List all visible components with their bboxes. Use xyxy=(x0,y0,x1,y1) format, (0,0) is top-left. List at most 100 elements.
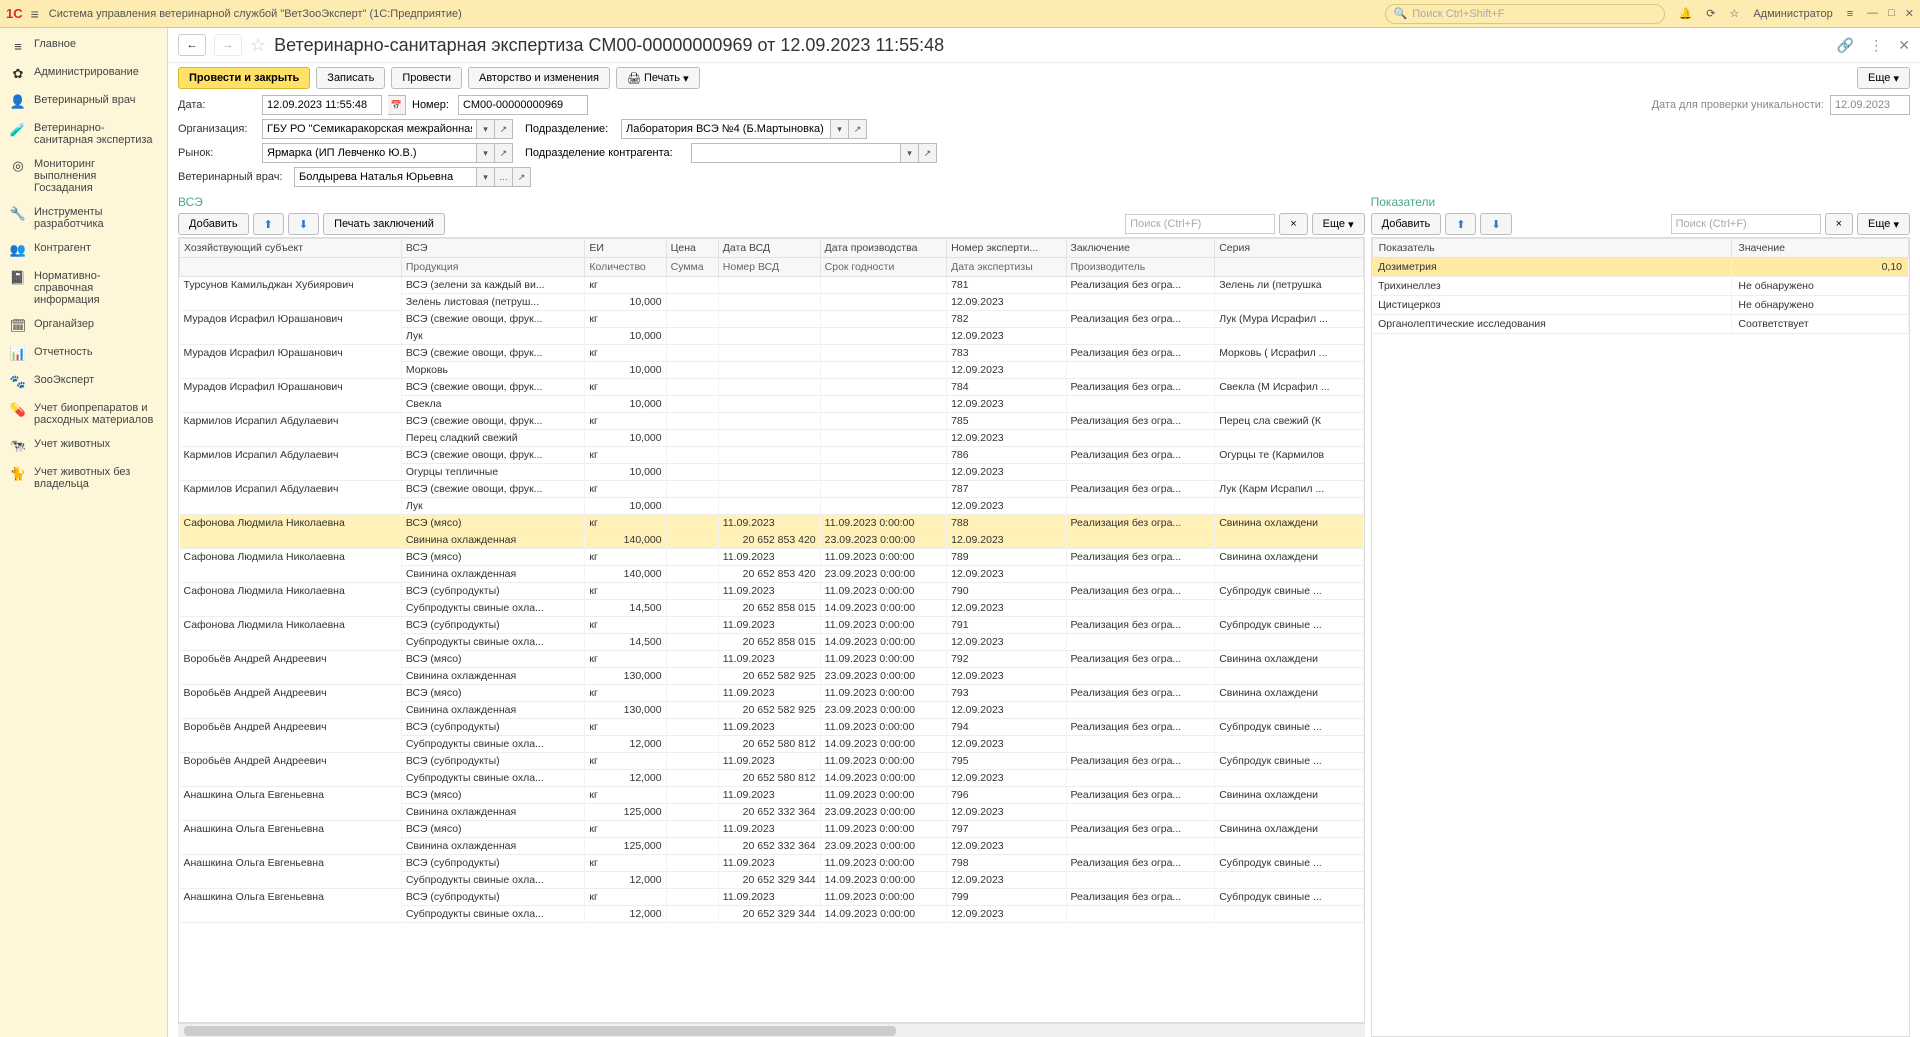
table-row[interactable]: Органолептические исследованияСоответств… xyxy=(1372,315,1908,334)
sidebar-item[interactable]: 📊Отчетность xyxy=(0,340,167,368)
table-row[interactable]: Мурадов Исрафил ЮрашановичВСЭ (свежие ов… xyxy=(180,379,1364,396)
user-menu-icon[interactable]: ≡ xyxy=(1847,8,1853,20)
sidebar-item[interactable]: 🧪Ветеринарно-санитарная экспертиза xyxy=(0,116,167,152)
sidebar-label: Учет биопрепаратов и расходных материало… xyxy=(34,402,157,426)
table-row[interactable]: Кармилов Исрапил АбдулаевичВСЭ (свежие о… xyxy=(180,413,1364,430)
burger-icon[interactable]: ≡ xyxy=(31,6,39,22)
post-close-button[interactable]: Провести и закрыть xyxy=(178,67,310,89)
number-field[interactable] xyxy=(458,95,588,115)
table-row[interactable]: Воробьёв Андрей АндреевичВСЭ (мясо)кг11.… xyxy=(180,651,1364,668)
history-icon[interactable]: ⟳ xyxy=(1706,7,1715,20)
sidebar-item[interactable]: 👥Контрагент xyxy=(0,236,167,264)
table-row[interactable]: Анашкина Ольга ЕвгеньевнаВСЭ (мясо)кг11.… xyxy=(180,821,1364,838)
number-label: Номер: xyxy=(412,99,452,111)
sidebar-label: Нормативно-справочная информация xyxy=(34,270,157,306)
open-icon[interactable]: ↗ xyxy=(849,119,867,139)
table-row[interactable]: Мурадов Исрафил ЮрашановичВСЭ (свежие ов… xyxy=(180,311,1364,328)
move-down-button[interactable]: ⬇ xyxy=(1480,213,1511,235)
table-row[interactable]: Воробьёв Андрей АндреевичВСЭ (мясо)кг11.… xyxy=(180,685,1364,702)
table-row[interactable]: Воробьёв Андрей АндреевичВСЭ (субпродукт… xyxy=(180,719,1364,736)
more-button[interactable]: Еще ▾ xyxy=(1857,67,1910,89)
date-picker-icon[interactable]: 📅 xyxy=(388,95,406,115)
open-icon[interactable]: ↗ xyxy=(919,143,937,163)
star-icon[interactable]: ☆ xyxy=(1729,7,1739,20)
sidebar-label: ЗооЭксперт xyxy=(34,374,94,386)
sidebar-item[interactable]: 📓Нормативно-справочная информация xyxy=(0,264,167,312)
sidebar-item[interactable]: ≡Главное xyxy=(0,32,167,60)
table-row[interactable]: Сафонова Людмила НиколаевнаВСЭ (мясо)кг1… xyxy=(180,549,1364,566)
indicator-search[interactable]: Поиск (Ctrl+F) xyxy=(1671,214,1821,234)
contractor-dept-field[interactable] xyxy=(691,143,901,163)
vet-field[interactable] xyxy=(294,167,477,187)
vse-search[interactable]: Поиск (Ctrl+F) xyxy=(1125,214,1275,234)
print-button[interactable]: 🖨 Печать ▾ xyxy=(616,67,700,89)
table-row[interactable]: Анашкина Ольга ЕвгеньевнаВСЭ (субпродукт… xyxy=(180,889,1364,906)
forward-button[interactable]: → xyxy=(214,34,242,56)
move-up-button[interactable]: ⬆ xyxy=(1445,213,1476,235)
vse-table[interactable]: Хозяйствующий субъектВСЭЕИЦенаДата ВСДДа… xyxy=(179,238,1364,923)
user-name[interactable]: Администратор xyxy=(1753,8,1832,20)
table-row[interactable]: Дозиметрия0,10 xyxy=(1372,258,1908,277)
table-row[interactable]: Кармилов Исрапил АбдулаевичВСЭ (свежие о… xyxy=(180,447,1364,464)
dept-field[interactable] xyxy=(621,119,831,139)
clear-search-icon[interactable]: × xyxy=(1279,213,1307,235)
table-row[interactable]: Анашкина Ольга ЕвгеньевнаВСЭ (субпродукт… xyxy=(180,855,1364,872)
sidebar-item[interactable]: ◎Мониторинг выполнения Госзадания xyxy=(0,152,167,200)
write-button[interactable]: Записать xyxy=(316,67,385,89)
more-vse-button[interactable]: Еще ▾ xyxy=(1312,213,1365,235)
close-icon[interactable]: ✕ xyxy=(1905,7,1914,20)
dropdown-icon[interactable]: ▾ xyxy=(477,167,495,187)
bell-icon[interactable]: 🔔 xyxy=(1679,7,1693,20)
table-row[interactable]: ТрихинеллезНе обнаружено xyxy=(1372,277,1908,296)
table-row[interactable]: Сафонова Людмила НиколаевнаВСЭ (субпроду… xyxy=(180,617,1364,634)
dept-label: Подразделение: xyxy=(525,123,615,135)
back-button[interactable]: ← xyxy=(178,34,206,56)
table-row[interactable]: Сафонова Людмила НиколаевнаВСЭ (мясо)кг1… xyxy=(180,515,1364,532)
open-icon[interactable]: ↗ xyxy=(495,143,513,163)
date-field[interactable] xyxy=(262,95,382,115)
post-button[interactable]: Провести xyxy=(391,67,462,89)
global-search[interactable]: 🔍 Поиск Ctrl+Shift+F xyxy=(1385,4,1665,24)
table-row[interactable]: Воробьёв Андрей АндреевичВСЭ (субпродукт… xyxy=(180,753,1364,770)
indicators-table[interactable]: ПоказательЗначениеДозиметрия0,10Трихинел… xyxy=(1372,238,1909,334)
dropdown-icon[interactable]: ▾ xyxy=(901,143,919,163)
table-row[interactable]: ЦистицеркозНе обнаружено xyxy=(1372,296,1908,315)
open-icon[interactable]: ↗ xyxy=(513,167,531,187)
clear-search-icon[interactable]: × xyxy=(1825,213,1853,235)
org-field[interactable] xyxy=(262,119,477,139)
move-down-button[interactable]: ⬇ xyxy=(288,213,319,235)
market-field[interactable] xyxy=(262,143,477,163)
print-conclusions-button[interactable]: Печать заключений xyxy=(323,213,445,235)
table-row[interactable]: Турсунов Камильджан ХубияровичВСЭ (зелен… xyxy=(180,277,1364,294)
kebab-icon[interactable]: ⋮ xyxy=(1869,37,1883,53)
table-row[interactable]: Сафонова Людмила НиколаевнаВСЭ (субпроду… xyxy=(180,583,1364,600)
table-row[interactable]: Кармилов Исрапил АбдулаевичВСЭ (свежие о… xyxy=(180,481,1364,498)
sidebar-item[interactable]: ✿Администрирование xyxy=(0,60,167,88)
more-indicator-button[interactable]: Еще ▾ xyxy=(1857,213,1910,235)
sidebar-item[interactable]: 👤Ветеринарный врач xyxy=(0,88,167,116)
table-row[interactable]: Мурадов Исрафил ЮрашановичВСЭ (свежие ов… xyxy=(180,345,1364,362)
link-icon[interactable]: 🔗 xyxy=(1837,37,1854,53)
minimize-icon[interactable]: — xyxy=(1867,7,1878,20)
table-row[interactable]: Анашкина Ольга ЕвгеньевнаВСЭ (мясо)кг11.… xyxy=(180,787,1364,804)
sidebar-item[interactable]: 🐾ЗооЭксперт xyxy=(0,368,167,396)
sidebar-item[interactable]: 🐈Учет животных без владельца xyxy=(0,460,167,496)
ellipsis-icon[interactable]: … xyxy=(495,167,513,187)
favorite-icon[interactable]: ☆ xyxy=(250,35,266,56)
add-vse-button[interactable]: Добавить xyxy=(178,213,249,235)
add-indicator-button[interactable]: Добавить xyxy=(1371,213,1442,235)
sidebar-item[interactable]: 🗓Органайзер xyxy=(0,312,167,340)
sidebar-item[interactable]: 💊Учет биопрепаратов и расходных материал… xyxy=(0,396,167,432)
move-up-button[interactable]: ⬆ xyxy=(253,213,284,235)
sidebar-item[interactable]: 🔧Инструменты разработчика xyxy=(0,200,167,236)
dropdown-icon[interactable]: ▾ xyxy=(831,119,849,139)
maximize-icon[interactable]: □ xyxy=(1888,7,1895,20)
close-tab-icon[interactable]: ✕ xyxy=(1898,37,1910,53)
sidebar-item[interactable]: 🐄Учет животных xyxy=(0,432,167,460)
open-icon[interactable]: ↗ xyxy=(495,119,513,139)
horizontal-scrollbar[interactable] xyxy=(178,1023,1365,1037)
dropdown-icon[interactable]: ▾ xyxy=(477,143,495,163)
authorship-button[interactable]: Авторство и изменения xyxy=(468,67,610,89)
dropdown-icon[interactable]: ▾ xyxy=(477,119,495,139)
sidebar: ≡Главное✿Администрирование👤Ветеринарный … xyxy=(0,28,168,1037)
